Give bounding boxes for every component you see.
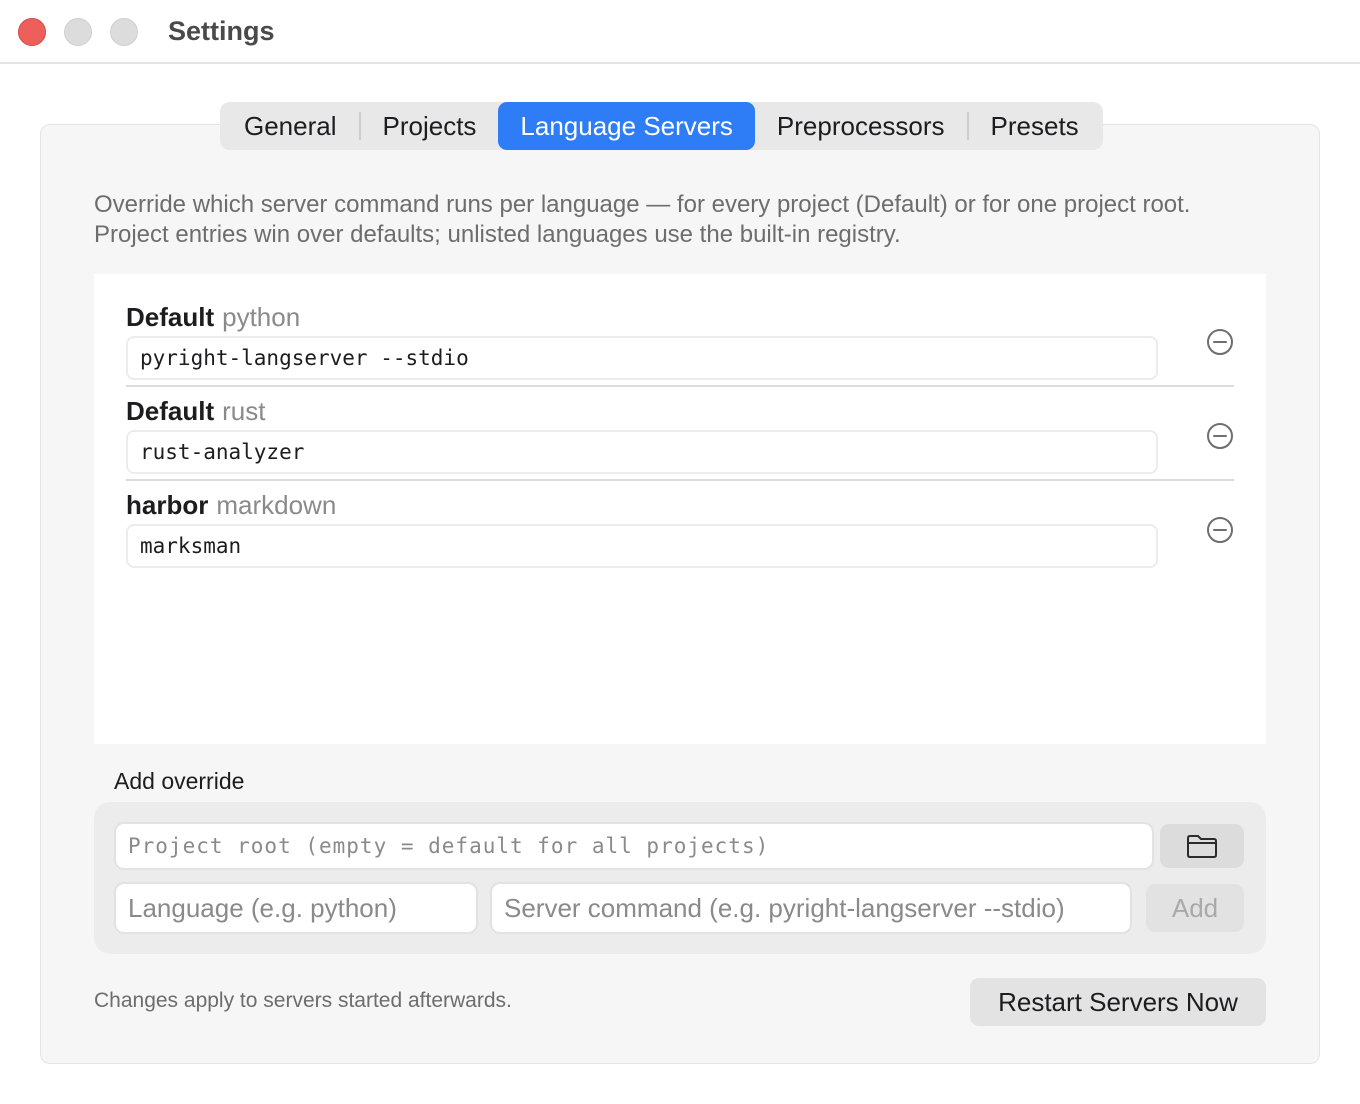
description-line-2: Project entries win over defaults; unlis… bbox=[94, 221, 901, 248]
overrides-list: Default python pyright-langserver --stdio… bbox=[94, 274, 1266, 744]
language-input[interactable]: Language (e.g. python) bbox=[114, 882, 478, 934]
override-scope: harbor bbox=[126, 490, 209, 520]
remove-override-button[interactable] bbox=[1206, 516, 1234, 544]
override-scope: Default bbox=[126, 396, 215, 426]
tab-presets[interactable]: Presets bbox=[969, 102, 1101, 150]
server-command-input[interactable]: Server command (e.g. pyright-langserver … bbox=[490, 882, 1132, 934]
project-root-input[interactable]: Project root (empty = default for all pr… bbox=[114, 822, 1154, 870]
remove-override-button[interactable] bbox=[1206, 422, 1234, 450]
override-scope: Default bbox=[126, 302, 215, 332]
choose-folder-button[interactable] bbox=[1160, 824, 1244, 868]
add-override-form: Project root (empty = default for all pr… bbox=[94, 802, 1266, 954]
close-window-button[interactable] bbox=[18, 18, 46, 46]
override-row: Default rust rust-analyzer bbox=[126, 368, 1234, 481]
remove-override-button[interactable] bbox=[1206, 328, 1234, 356]
override-row: harbor markdown marksman bbox=[126, 462, 1234, 568]
minus-circle-icon bbox=[1207, 329, 1233, 355]
override-label: Default python bbox=[126, 302, 300, 333]
title-bar: Settings bbox=[0, 0, 1360, 64]
override-language: markdown bbox=[216, 490, 337, 520]
description-line-1: Override which server command runs per l… bbox=[94, 191, 1191, 218]
minus-circle-icon bbox=[1207, 517, 1233, 543]
override-row: Default python pyright-langserver --stdio bbox=[126, 274, 1234, 387]
footer-note: Changes apply to servers started afterwa… bbox=[94, 989, 512, 1012]
description-text: Override which server command runs per l… bbox=[94, 190, 1284, 250]
override-label: harbor markdown bbox=[126, 490, 336, 521]
folder-icon bbox=[1187, 835, 1217, 858]
tab-projects[interactable]: Projects bbox=[361, 102, 499, 150]
override-label: Default rust bbox=[126, 396, 265, 427]
minimize-window-button[interactable] bbox=[64, 18, 92, 46]
minus-circle-icon bbox=[1207, 423, 1233, 449]
tab-language-servers[interactable]: Language Servers bbox=[498, 102, 755, 150]
tab-preprocessors[interactable]: Preprocessors bbox=[755, 102, 967, 150]
override-language: python bbox=[222, 302, 301, 332]
tab-general[interactable]: General bbox=[222, 102, 359, 150]
add-button[interactable]: Add bbox=[1146, 884, 1244, 932]
add-override-title: Add override bbox=[114, 768, 245, 794]
override-command-field[interactable]: marksman bbox=[126, 524, 1158, 568]
restart-servers-button[interactable]: Restart Servers Now bbox=[970, 978, 1266, 1026]
zoom-window-button[interactable] bbox=[110, 18, 138, 46]
tab-bar: General Projects Language Servers Prepro… bbox=[220, 102, 1103, 150]
window-title: Settings bbox=[168, 16, 275, 46]
override-language: rust bbox=[222, 396, 266, 426]
